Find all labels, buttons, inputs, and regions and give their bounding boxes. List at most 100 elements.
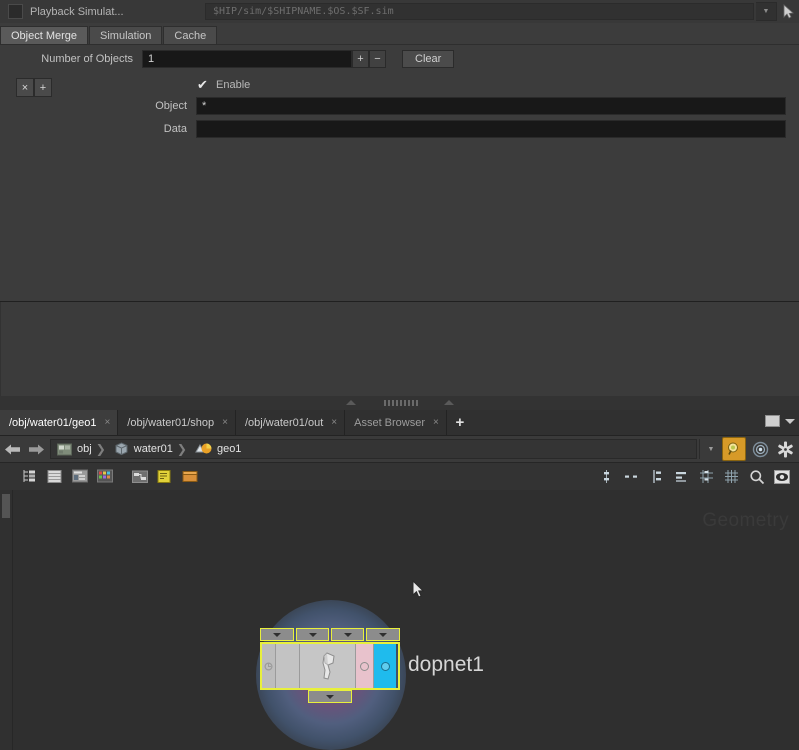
parameter-panel-icon[interactable] bbox=[68, 465, 91, 488]
display-flag-dot bbox=[380, 661, 390, 671]
number-of-objects-decrement[interactable]: − bbox=[369, 50, 386, 68]
number-of-objects-increment[interactable]: + bbox=[352, 50, 369, 68]
network-tab-out[interactable]: /obj/water01/out × bbox=[235, 410, 346, 435]
network-tab-asset-browser[interactable]: Asset Browser × bbox=[345, 410, 447, 435]
node-dopnet1[interactable]: dopnet1 bbox=[256, 600, 496, 750]
node-input-tab[interactable] bbox=[366, 628, 400, 641]
breadcrumb-item-geo1[interactable]: geo1 bbox=[189, 440, 243, 458]
node-input-tab[interactable] bbox=[296, 628, 329, 641]
number-of-objects-input[interactable]: 1 bbox=[142, 50, 352, 68]
close-icon[interactable]: × bbox=[222, 417, 228, 428]
node-path-bar: Playback Simulat... $HIP/sim/$SHIPNAME.$… bbox=[0, 0, 799, 24]
grid-icon[interactable] bbox=[720, 465, 743, 488]
search-icon[interactable] bbox=[745, 465, 768, 488]
object-input[interactable]: * bbox=[196, 97, 786, 115]
network-tab-label: /obj/water01/shop bbox=[127, 416, 215, 429]
row-object: Object * bbox=[0, 97, 786, 115]
breadcrumb: obj ❯ water01 ❯ geo1 bbox=[50, 439, 697, 459]
breadcrumb-label: geo1 bbox=[216, 443, 242, 455]
clear-button[interactable]: Clear bbox=[402, 50, 455, 68]
chevron-down-icon bbox=[343, 632, 352, 637]
close-icon[interactable]: × bbox=[104, 417, 110, 428]
color-palette-icon[interactable] bbox=[93, 465, 116, 488]
chevron-down-icon bbox=[308, 632, 317, 637]
grid-snap-icon[interactable] bbox=[695, 465, 718, 488]
display-options-icon[interactable] bbox=[749, 438, 771, 460]
node-color-swatch[interactable] bbox=[8, 4, 23, 19]
number-of-objects-label: Number of Objects bbox=[41, 53, 133, 65]
snap-dash-icon[interactable] bbox=[620, 465, 643, 488]
node-name-dopnet1: dopnet1 bbox=[408, 653, 484, 676]
houdini-window: Playback Simulat... $HIP/sim/$SHIPNAME.$… bbox=[0, 0, 799, 750]
parameter-editor-pane: Playback Simulat... $HIP/sim/$SHIPNAME.$… bbox=[0, 0, 799, 396]
tree-view-icon[interactable] bbox=[18, 465, 41, 488]
new-tab-button[interactable]: + bbox=[447, 410, 473, 435]
maximize-icon[interactable] bbox=[765, 415, 780, 427]
breadcrumb-item-water01[interactable]: water01 bbox=[108, 440, 175, 458]
splitter-collapse-left-icon[interactable] bbox=[346, 400, 356, 405]
node-input-tab[interactable] bbox=[260, 628, 294, 641]
tab-object-merge[interactable]: Object Merge bbox=[0, 26, 89, 45]
multiparm-remove-button[interactable]: × bbox=[16, 78, 34, 97]
row-number-of-objects: Number of Objects 1 + − Clear bbox=[0, 50, 455, 68]
parameter-tabs: Object Merge Simulation Cache bbox=[0, 23, 799, 45]
network-tab-bar: /obj/water01/geo1 × /obj/water01/shop × … bbox=[0, 410, 799, 436]
network-tab-label: /obj/water01/geo1 bbox=[9, 416, 97, 429]
pane-splitter[interactable] bbox=[0, 396, 799, 410]
window-controls bbox=[765, 415, 795, 427]
breadcrumb-label: obj bbox=[77, 443, 92, 455]
breadcrumb-item-obj[interactable]: obj bbox=[51, 440, 94, 458]
splitter-grip[interactable] bbox=[384, 400, 420, 406]
multiparm-controls: × + bbox=[16, 78, 52, 97]
bypass-flag-dot bbox=[360, 661, 369, 671]
node-bypass-flag[interactable] bbox=[356, 644, 374, 688]
node-input-tabs bbox=[260, 628, 400, 642]
chevron-down-icon[interactable] bbox=[785, 418, 795, 424]
chevron-down-icon bbox=[326, 694, 334, 699]
align-vertical-icon[interactable] bbox=[645, 465, 668, 488]
tab-simulation[interactable]: Simulation bbox=[89, 26, 163, 45]
node-name-label: Playback Simulat... bbox=[30, 5, 124, 18]
node-display-flag[interactable] bbox=[374, 644, 396, 688]
close-icon[interactable]: × bbox=[433, 417, 439, 428]
chevron-down-icon[interactable]: ▼ bbox=[756, 2, 777, 21]
obj-network-icon bbox=[57, 443, 72, 456]
node-input-connector[interactable] bbox=[262, 644, 276, 688]
chevron-down-icon[interactable]: ▼ bbox=[699, 439, 722, 459]
gear-icon[interactable] bbox=[774, 438, 796, 460]
chevron-down-icon bbox=[379, 632, 387, 637]
splitter-collapse-right-icon[interactable] bbox=[444, 400, 454, 405]
node-snapshot-icon[interactable] bbox=[722, 437, 746, 461]
network-tab-geo1[interactable]: /obj/water01/geo1 × bbox=[0, 410, 119, 435]
box-icon[interactable] bbox=[178, 465, 201, 488]
node-picker-icon[interactable] bbox=[777, 1, 799, 22]
list-view-icon[interactable] bbox=[43, 465, 66, 488]
multiparm-add-button[interactable]: + bbox=[34, 78, 52, 97]
view-icon[interactable] bbox=[770, 465, 793, 488]
align-horizontal-icon[interactable] bbox=[670, 465, 693, 488]
arrow-right-icon[interactable] bbox=[24, 437, 48, 461]
node-segment[interactable] bbox=[276, 644, 300, 688]
tab-cache[interactable]: Cache bbox=[163, 26, 218, 45]
node-layout-icon[interactable] bbox=[128, 465, 151, 488]
node-output-tab[interactable] bbox=[308, 690, 352, 703]
network-scroll-thumb[interactable] bbox=[2, 494, 10, 518]
network-tab-shop[interactable]: /obj/water01/shop × bbox=[118, 410, 236, 435]
network-scroll-strip[interactable] bbox=[0, 490, 13, 750]
node-box[interactable] bbox=[260, 628, 400, 703]
data-label: Data bbox=[163, 123, 187, 135]
snap-point-icon[interactable] bbox=[595, 465, 618, 488]
node-thumbnail[interactable] bbox=[300, 644, 356, 688]
geometry-node-icon bbox=[195, 442, 212, 456]
data-input[interactable] bbox=[196, 120, 786, 138]
network-type-watermark: Geometry bbox=[702, 510, 789, 531]
arrow-left-icon[interactable] bbox=[0, 437, 24, 461]
notes-icon[interactable] bbox=[153, 465, 176, 488]
breadcrumb-separator: ❯ bbox=[95, 442, 106, 456]
node-input-tab[interactable] bbox=[331, 628, 364, 641]
node-path-field[interactable]: $HIP/sim/$SHIPNAME.$OS.$SF.sim bbox=[205, 3, 754, 20]
node-body[interactable] bbox=[262, 644, 398, 688]
close-icon[interactable]: × bbox=[331, 417, 337, 428]
chevron-down-icon bbox=[273, 632, 281, 637]
enable-checkbox[interactable]: ✔ bbox=[196, 77, 209, 92]
